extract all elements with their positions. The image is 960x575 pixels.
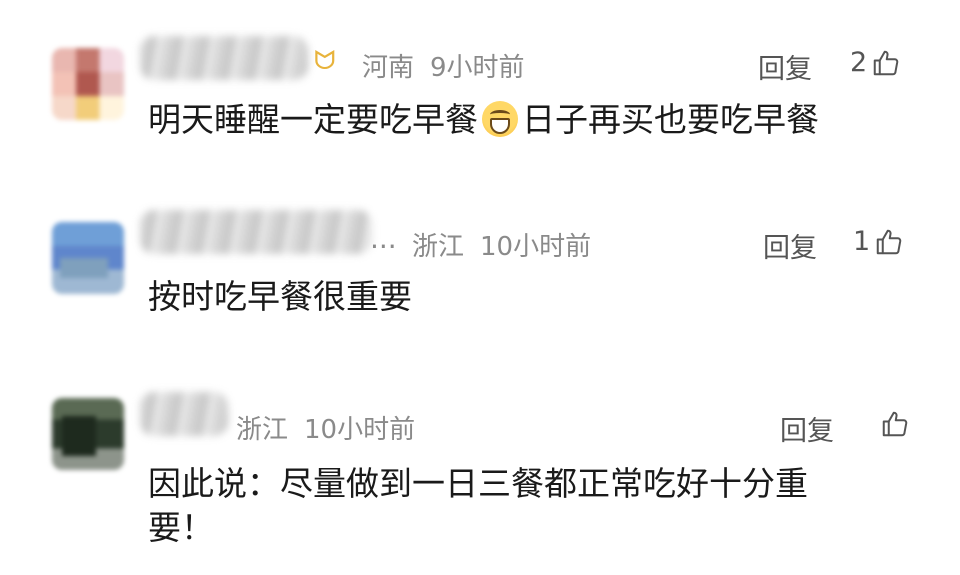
like-count: 1	[853, 226, 871, 257]
thumbs-up-icon	[873, 50, 899, 75]
grinning-face-icon	[482, 101, 518, 137]
name-ellipsis: ...	[370, 222, 397, 255]
comment-text: 按时吃早餐很重要	[148, 277, 412, 316]
username-blurred[interactable]	[140, 210, 372, 254]
comment-meta: 浙江 10小时前	[412, 226, 591, 263]
thumbs-up-icon	[876, 229, 902, 254]
username-blurred[interactable]	[140, 392, 228, 436]
comment-text: 明天睡醒一定要吃早餐 日子再买也要吃早餐	[148, 100, 819, 139]
vip-badge-icon: ᗢ	[314, 46, 336, 76]
avatar[interactable]	[52, 222, 124, 294]
time-label: 10小时前	[304, 415, 416, 445]
avatar[interactable]	[52, 48, 124, 120]
reply-button[interactable]: 回复	[780, 409, 834, 448]
reply-button[interactable]: 回复	[758, 47, 812, 86]
like-button[interactable]: 1	[853, 226, 904, 257]
username-blurred[interactable]	[140, 36, 308, 80]
reply-button[interactable]: 回复	[763, 226, 817, 265]
avatar[interactable]	[52, 398, 124, 470]
comment-meta: 浙江 10小时前	[236, 409, 415, 446]
like-button[interactable]: 2	[850, 47, 901, 78]
thumbs-up-icon	[882, 411, 908, 437]
like-button[interactable]	[876, 409, 910, 439]
location-label: 浙江	[412, 232, 465, 262]
like-count: 2	[850, 47, 868, 78]
comment-text: 因此说：尽量做到一日三餐都正常吃好十分重 要！	[148, 464, 808, 547]
time-label: 10小时前	[480, 232, 592, 262]
location-label: 浙江	[236, 415, 289, 445]
time-label: 9小时前	[430, 53, 525, 83]
location-label: 河南	[362, 53, 415, 83]
comment-meta: 河南 9小时前	[362, 47, 525, 84]
